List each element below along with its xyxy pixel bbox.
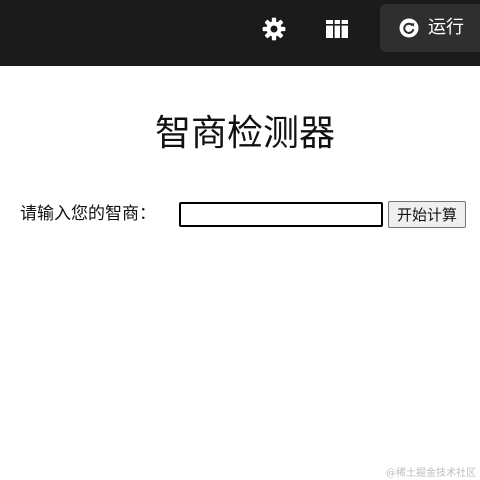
run-button[interactable]: 运行 — [380, 4, 480, 52]
watermark: @稀土掘金技术社区 — [386, 468, 476, 479]
page-title: 智商检测器 — [154, 113, 335, 154]
start-calculate-button[interactable]: 开始计算 — [388, 200, 467, 228]
iq-form: 请输入您的智商： 开始计算 — [20, 199, 467, 229]
iq-input[interactable] — [179, 201, 383, 227]
refresh-circle-icon — [399, 18, 419, 38]
top-toolbar: 运行 — [0, 0, 480, 66]
layout-grid-icon — [326, 20, 348, 38]
run-button-label: 运行 — [428, 17, 464, 38]
layout-button[interactable] — [322, 14, 352, 44]
settings-button[interactable] — [259, 14, 289, 44]
iq-input-label: 请输入您的智商： — [20, 204, 156, 224]
gear-icon — [262, 17, 286, 41]
page: 运行 智商检测器 请输入您的智商： 开始计算 @稀土掘金技术社区 — [0, 0, 480, 480]
